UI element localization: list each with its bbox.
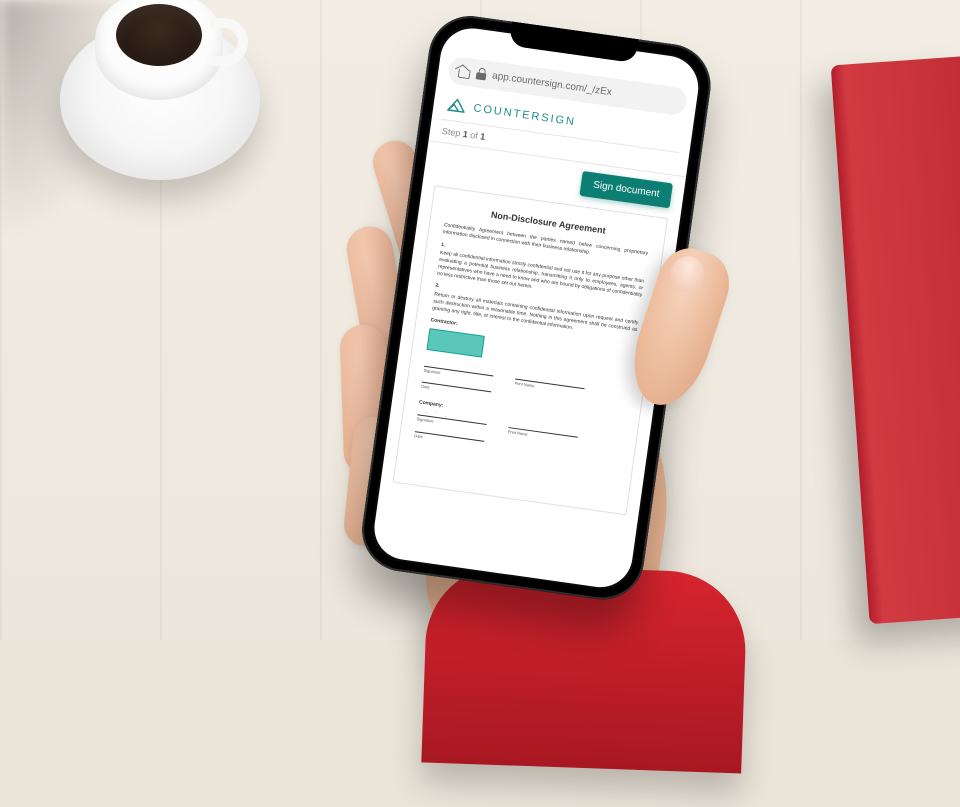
document-preview[interactable]: Non-Disclosure Agreement Confidentiality… [393, 185, 668, 515]
step-current: 1 [462, 129, 468, 140]
step-prefix: Step [441, 126, 461, 138]
lock-icon [476, 67, 488, 80]
countersign-logo-icon [445, 95, 469, 116]
home-icon[interactable] [456, 63, 472, 79]
hand-holding-phone: app.countersign.com/_/zEx COUNTERSIGN St… [261, 8, 840, 672]
step-total: 1 [480, 131, 486, 142]
coffee-cup [60, 0, 260, 170]
signature-target-box[interactable] [426, 328, 485, 358]
step-of: of [470, 130, 479, 141]
sign-document-button[interactable]: Sign document [580, 171, 673, 208]
